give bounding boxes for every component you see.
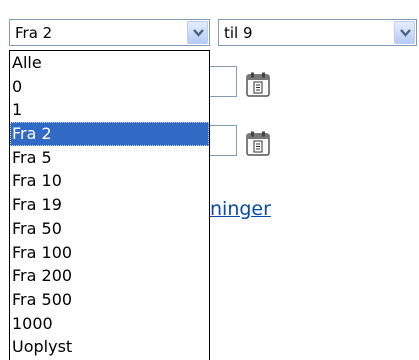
option-fra-19[interactable]: Fra 19 — [10, 193, 209, 217]
option-fra-10[interactable]: Fra 10 — [10, 169, 209, 193]
option-fra-5[interactable]: Fra 5 — [10, 146, 209, 170]
option-1000[interactable]: 1000 — [10, 312, 209, 336]
from-select-value: Fra 2 — [15, 24, 53, 42]
from-select-dropdown-button[interactable] — [187, 21, 208, 44]
option-fra-200[interactable]: Fra 200 — [10, 264, 209, 288]
option-fra-2[interactable]: Fra 2 — [10, 122, 209, 146]
date-field-to[interactable] — [209, 125, 237, 156]
option-fra-100[interactable]: Fra 100 — [10, 241, 209, 265]
calendar-icon[interactable] — [246, 72, 270, 97]
from-select[interactable]: Fra 2 — [9, 19, 210, 46]
chevron-down-icon — [400, 29, 411, 37]
to-select-value: til 9 — [224, 24, 253, 42]
option-uoplyst[interactable]: Uoplyst — [10, 335, 209, 359]
to-select-dropdown-button[interactable] — [394, 21, 415, 44]
from-select-options-list[interactable]: Alle 0 1 Fra 2 Fra 5 Fra 10 Fra 19 Fra 5… — [9, 50, 210, 360]
to-select[interactable]: til 9 — [218, 19, 417, 46]
chevron-down-icon — [193, 29, 204, 37]
option-fra-500[interactable]: Fra 500 — [10, 288, 209, 312]
option-1[interactable]: 1 — [10, 98, 209, 122]
partial-link[interactable]: ninger — [210, 198, 271, 220]
calendar-icon[interactable] — [246, 131, 270, 156]
option-alle[interactable]: Alle — [10, 51, 209, 75]
option-fra-50[interactable]: Fra 50 — [10, 217, 209, 241]
date-field-from[interactable] — [209, 66, 237, 97]
option-0[interactable]: 0 — [10, 75, 209, 99]
